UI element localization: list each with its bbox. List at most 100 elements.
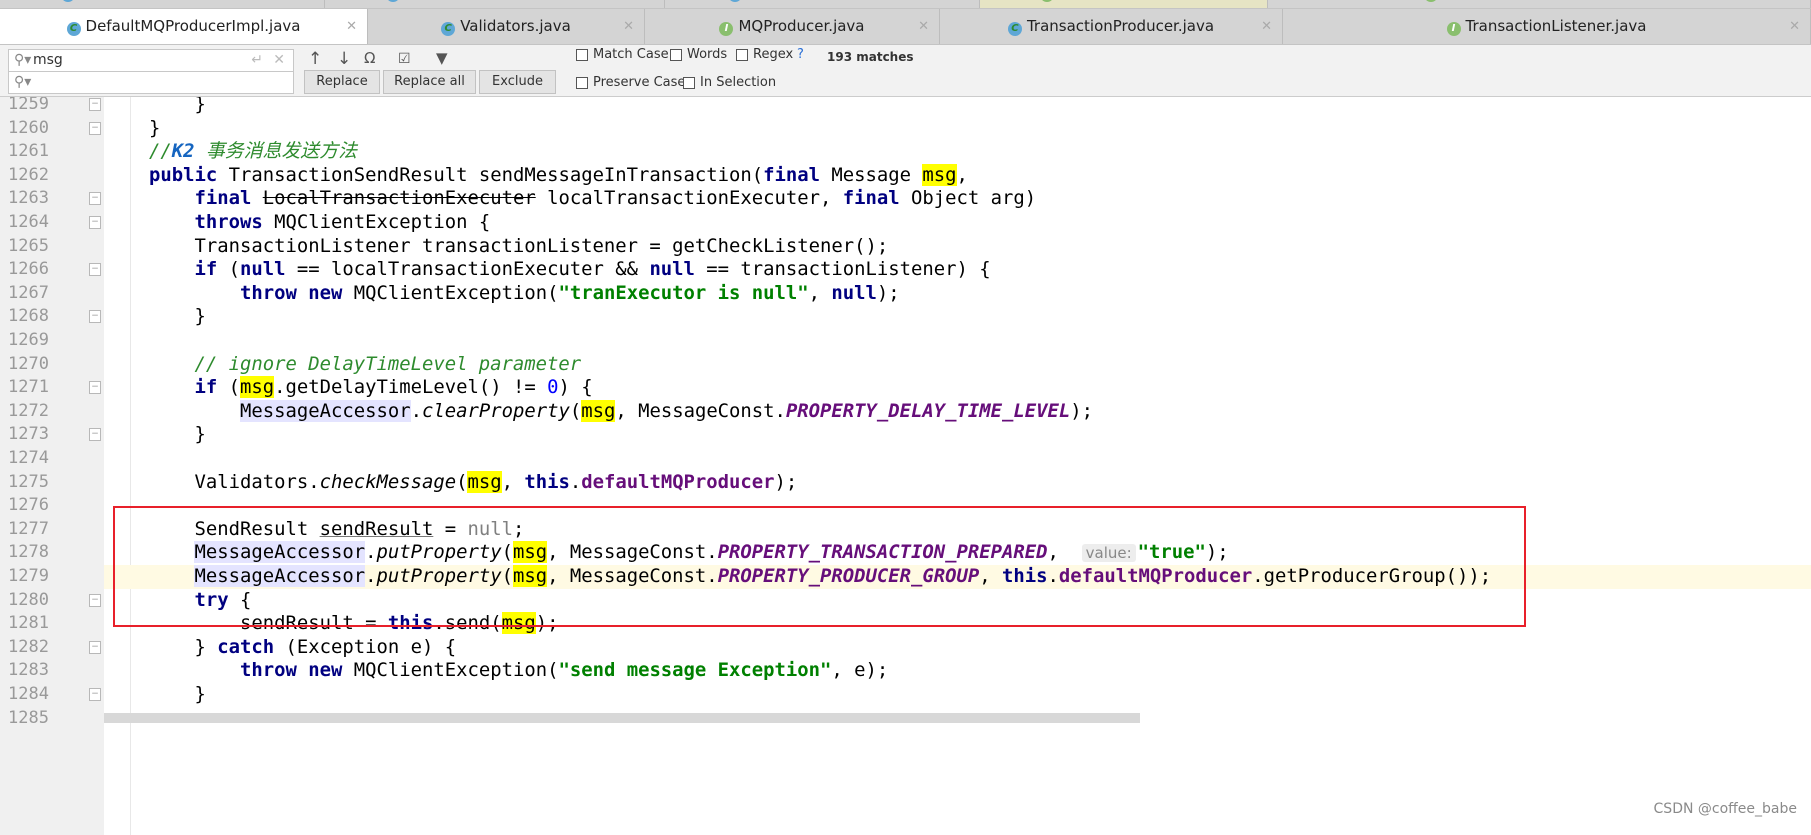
close-icon[interactable]: ✕ (1789, 19, 1800, 34)
tab-defaultmqproducer[interactable]: C DefaultMQProducer.java (665, 0, 980, 8)
code-line[interactable]: 1261 //K2 事务消息发送方法 (0, 140, 1811, 164)
previous-occurrence-icon[interactable]: ↑ (308, 49, 322, 69)
tab-transactionchecklistener[interactable]: I TransactionCheckListener.java (1268, 0, 1811, 8)
replace-input[interactable]: ⚲▾ (8, 71, 294, 94)
code-text: if (msg.getDelayTimeLevel() != 0) { (58, 376, 593, 400)
code-token: 0 (547, 376, 559, 399)
tab-transactionmqproducer[interactable]: C TransactionMQProducer.java (325, 0, 665, 8)
code-text: MessageAccessor.clearProperty(msg, Messa… (58, 399, 1093, 424)
replace-button[interactable]: Replace (304, 70, 380, 94)
code-line[interactable]: 1273− } (0, 423, 1811, 447)
code-text: TransactionListener transactionListener … (58, 235, 888, 259)
code-token: == localTransactionExecuter && (285, 258, 650, 281)
match-case-checkbox[interactable]: Match Case (576, 47, 669, 62)
code-token: } (58, 116, 161, 139)
code-token: , (956, 163, 968, 186)
tab-mqproducer[interactable]: I MQProducer.java ✕ (645, 9, 940, 44)
code-token: MQClientException { (262, 211, 491, 233)
line-number: 1260 (8, 117, 49, 138)
code-text: } (58, 97, 205, 117)
code-text: final LocalTransactionExecuter localTran… (58, 187, 1036, 211)
next-occurrence-icon[interactable]: ↓ (337, 49, 351, 69)
filter-icon[interactable]: ▼ (436, 49, 448, 67)
close-icon[interactable]: ✕ (623, 19, 634, 34)
code-text: public TransactionSendResult sendMessage… (58, 163, 968, 188)
code-line[interactable]: 1275 Validators.checkMessage(msg, this.d… (0, 470, 1811, 495)
tab-defaultmessagestore[interactable]: C DefaultMessageStore.java (0, 0, 325, 8)
tab-label: TransactionCheckListener.java (1443, 0, 1655, 1)
in-selection-checkbox[interactable]: In Selection (683, 75, 776, 90)
code-editor[interactable]: 1259− } 1260− } 1261 //K2 事务消息发送方法 1262 pub… (0, 97, 1811, 835)
in-selection-label: In Selection (700, 75, 777, 90)
code-line[interactable]: 1259− } (0, 97, 1811, 117)
tab-executorservice[interactable]: I ExecutorService.java (980, 0, 1268, 8)
tab-transactionproducer[interactable]: C TransactionProducer.java ✕ (940, 9, 1283, 44)
regex-label: Regex (753, 47, 794, 62)
tab-defaultmqproducerimpl[interactable]: C DefaultMQProducerImpl.java ✕ (0, 9, 368, 44)
code-line[interactable]: 1268− } (0, 305, 1811, 329)
code-line[interactable]: 1262 public TransactionSendResult sendMe… (0, 163, 1811, 188)
code-line[interactable]: 1260− } (0, 117, 1811, 141)
line-number: 1267 (8, 282, 49, 303)
code-line[interactable]: 1283 throw new MQClientException("send m… (0, 659, 1811, 683)
clear-icon[interactable]: ✕ (273, 50, 285, 71)
code-line[interactable]: 1263− final LocalTransactionExecuter loc… (0, 187, 1811, 211)
replace-all-button[interactable]: Replace all (383, 70, 476, 94)
tab-label-wrap: C Validators.java (441, 17, 571, 36)
code-line[interactable]: 1264− throws MQClientException { (0, 211, 1811, 235)
code-token: this (524, 470, 570, 493)
code-line[interactable]: 1274 (0, 447, 1811, 471)
preserve-case-checkbox[interactable]: Preserve Case (576, 75, 685, 90)
tab-validators[interactable]: C Validators.java ✕ (368, 9, 645, 44)
code-text: } (58, 117, 160, 141)
regex-checkbox[interactable]: Regex (736, 47, 793, 62)
code-text: } (58, 683, 205, 707)
code-token: TransactionListener transactionListener … (58, 234, 889, 257)
code-line[interactable]: 1282− } catch (Exception e) { (0, 636, 1811, 660)
close-icon[interactable]: ✕ (346, 19, 357, 34)
select-all-occurrences-icon[interactable]: Ω (364, 49, 375, 67)
find-input[interactable]: ⚲▾ msg ↵ ✕ (8, 49, 294, 72)
horizontal-scrollbar[interactable] (104, 713, 1140, 723)
code-line[interactable]: 1267 throw new MQClientException("tranEx… (0, 282, 1811, 306)
code-token: "tranExecutor is null" (558, 281, 809, 304)
close-icon[interactable]: ✕ (918, 19, 929, 34)
close-icon[interactable]: ✕ (1261, 19, 1272, 34)
toggle-selection-icon[interactable]: ☑ (398, 51, 411, 67)
code-line[interactable]: 1284− } (0, 683, 1811, 707)
code-token: ( (456, 470, 468, 493)
search-icon[interactable]: ⚲▾ (14, 50, 31, 71)
code-token: PROPERTY_DELAY_TIME_LEVEL (785, 399, 1071, 422)
code-text: throws MQClientException { (58, 211, 490, 235)
match-case-label: Match Case (593, 47, 669, 62)
class-icon: C (1007, 22, 1022, 36)
line-number: 1276 (8, 495, 49, 516)
line-number: 1277 (8, 518, 49, 539)
regex-help-link[interactable]: ? (797, 47, 804, 62)
code-token: final (763, 163, 821, 186)
find-replace-bar: ⚲▾ msg ↵ ✕ ⚲▾ ↑ ↓ Ω ☑ ▼ Replace Replace … (0, 45, 1811, 97)
words-checkbox[interactable]: Words (670, 47, 727, 62)
code-line[interactable]: 1270 // ignore DelayTimeLevel parameter (0, 353, 1811, 377)
code-token: null (239, 258, 286, 281)
exclude-button[interactable]: Exclude (479, 70, 556, 94)
code-token: "send message Exception" (558, 659, 832, 682)
newline-icon[interactable]: ↵ (251, 50, 263, 71)
code-line[interactable]: 1266− if (null == localTransactionExecut… (0, 258, 1811, 282)
code-text: //K2 事务消息发送方法 (58, 140, 357, 164)
line-number: 1285 (8, 707, 49, 728)
code-line[interactable]: 1269 (0, 329, 1811, 353)
code-line[interactable]: 1272 MessageAccessor.clearProperty(msg, … (0, 399, 1811, 424)
code-line[interactable]: 1271− if (msg.getDelayTimeLevel() != 0) … (0, 376, 1811, 400)
tab-transactionlistener[interactable]: I TransactionListener.java ✕ (1283, 9, 1811, 44)
code-token: , MessageConst. (615, 399, 786, 422)
code-token: == transactionListener) { (694, 258, 991, 281)
code-line[interactable]: 1265 TransactionListener transactionList… (0, 235, 1811, 259)
search-icon[interactable]: ⚲▾ (14, 72, 31, 93)
line-number: 1266 (8, 259, 49, 280)
